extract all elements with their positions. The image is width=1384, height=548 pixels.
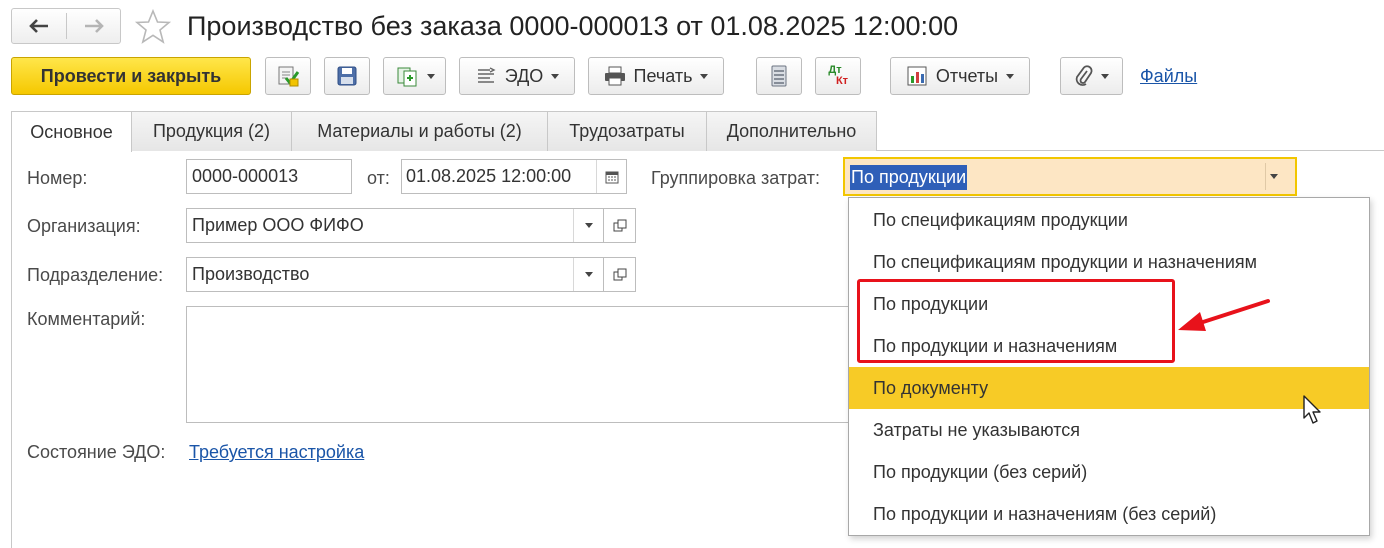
- create-based-on-icon: [397, 67, 416, 87]
- calendar-button[interactable]: [596, 160, 626, 193]
- post-button[interactable]: [265, 57, 311, 95]
- department-input[interactable]: Производство: [186, 257, 604, 292]
- printer-icon: [604, 66, 625, 86]
- reports-label: Отчеты: [935, 65, 999, 86]
- select-divider: [1265, 163, 1266, 190]
- edo-label: ЭДО: [504, 65, 544, 86]
- option-by-document[interactable]: По документу: [849, 367, 1369, 409]
- floppy-disk-icon: [337, 66, 357, 86]
- tab-labor-costs[interactable]: Трудозатраты: [547, 111, 707, 151]
- dt-kt-button[interactable]: Дт Кт: [815, 57, 861, 95]
- chevron-down-icon: [551, 73, 560, 79]
- print-label: Печать: [633, 65, 693, 86]
- cost-grouping-select[interactable]: По продукции: [843, 157, 1297, 196]
- forward-button[interactable]: [67, 9, 121, 43]
- option-by-product-without-series[interactable]: По продукции (без серий): [849, 451, 1369, 493]
- edo-state-label: Состояние ЭДО:: [27, 442, 166, 462]
- department-open-button[interactable]: [603, 257, 636, 292]
- open-form-icon: [613, 219, 626, 231]
- organization-dropdown-button[interactable]: [573, 209, 603, 242]
- print-button[interactable]: Печать: [588, 57, 724, 95]
- date-value: 01.08.2025 12:00:00: [406, 166, 572, 186]
- number-label: Номер:: [27, 168, 88, 188]
- document-journal-button[interactable]: [756, 57, 802, 95]
- paperclip-icon: [1075, 65, 1092, 86]
- create-based-on-button[interactable]: [383, 57, 446, 95]
- chevron-down-icon: [584, 272, 593, 277]
- reports-button[interactable]: Отчеты: [890, 57, 1030, 95]
- organization-open-button[interactable]: [603, 208, 636, 243]
- chevron-down-icon: [426, 73, 435, 79]
- cost-grouping-value: По продукции: [850, 165, 968, 190]
- post-document-icon: [278, 66, 300, 87]
- arrow-right-icon: [85, 19, 104, 33]
- chevron-down-icon: [1270, 174, 1278, 179]
- number-input[interactable]: 0000-000013: [186, 159, 352, 194]
- date-input[interactable]: 01.08.2025 12:00:00: [401, 159, 627, 194]
- arrow-left-icon: [29, 19, 48, 33]
- calendar-icon: [605, 171, 618, 183]
- chevron-down-icon: [584, 223, 593, 228]
- cost-grouping-label: Группировка затрат:: [651, 168, 820, 188]
- mouse-cursor-icon: [1303, 395, 1321, 424]
- department-dropdown-button[interactable]: [573, 258, 603, 291]
- comment-textarea[interactable]: [186, 306, 856, 423]
- organization-input[interactable]: Пример ООО ФИФО: [186, 208, 604, 243]
- attach-button[interactable]: [1060, 57, 1123, 95]
- tab-products[interactable]: Продукция (2): [131, 111, 292, 151]
- star-icon: [134, 8, 172, 44]
- open-form-icon: [613, 268, 626, 280]
- chevron-down-icon: [700, 73, 709, 79]
- chevron-down-icon: [1006, 73, 1015, 79]
- edo-button[interactable]: ЭДО: [459, 57, 575, 95]
- post-and-close-button[interactable]: Провести и закрыть: [11, 57, 251, 95]
- department-value: Производство: [192, 264, 310, 284]
- tab-additional[interactable]: Дополнительно: [706, 111, 877, 151]
- department-label: Подразделение:: [27, 265, 164, 285]
- option-costs-not-specified[interactable]: Затраты не указываются: [849, 409, 1369, 451]
- edo-setup-link[interactable]: Требуется настройка: [189, 440, 364, 464]
- kt-label: Кт: [835, 75, 849, 87]
- comment-label: Комментарий:: [27, 309, 146, 329]
- save-button[interactable]: [324, 57, 370, 95]
- chevron-down-icon: [1100, 73, 1109, 79]
- date-label: от:: [367, 168, 390, 188]
- option-by-product-specifications[interactable]: По спецификациям продукции: [849, 199, 1369, 241]
- favorite-star-button[interactable]: [134, 8, 172, 46]
- option-by-product-and-purposes-without-series[interactable]: По продукции и назначениям (без серий): [849, 493, 1369, 535]
- dropdown-button[interactable]: [1270, 174, 1278, 179]
- back-button[interactable]: [12, 9, 66, 43]
- annotation-highlight-box: [857, 279, 1175, 363]
- navigation-group: [11, 8, 121, 44]
- cost-grouping-dropdown-list: По спецификациям продукции По спецификац…: [848, 197, 1370, 536]
- organization-label: Организация:: [27, 216, 141, 236]
- annotation-arrow-icon: [1178, 299, 1270, 331]
- edo-icon: [477, 67, 496, 83]
- option-by-product-specifications-and-purposes[interactable]: По спецификациям продукции и назначениям: [849, 241, 1369, 283]
- page-title: Производство без заказа 0000-000013 от 0…: [187, 11, 959, 41]
- files-link[interactable]: Файлы: [1140, 64, 1197, 88]
- report-chart-icon: [907, 66, 927, 86]
- tab-main[interactable]: Основное: [11, 111, 132, 152]
- organization-value: Пример ООО ФИФО: [192, 215, 364, 235]
- tab-materials-works[interactable]: Материалы и работы (2): [291, 111, 548, 151]
- list-icon: [771, 65, 787, 87]
